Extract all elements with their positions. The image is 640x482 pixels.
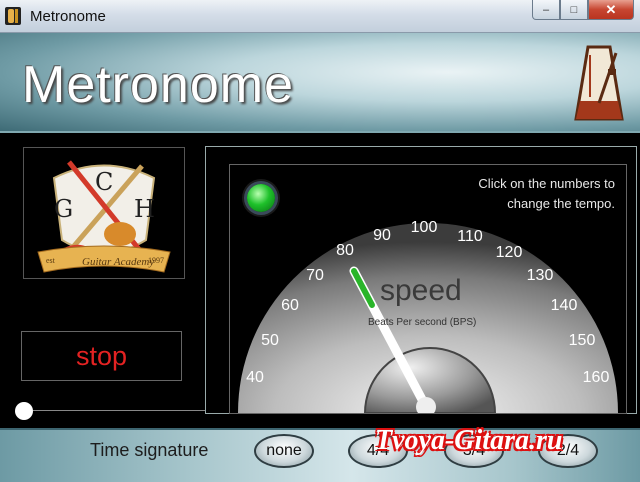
logo-ribbon-left: est xyxy=(46,256,56,265)
tempo-tick-90[interactable]: 90 xyxy=(373,227,391,245)
tempo-hint-line2: change the tempo. xyxy=(507,196,615,211)
tempo-tick-100[interactable]: 100 xyxy=(411,219,438,237)
minimize-button[interactable]: – xyxy=(532,0,560,20)
time-signature-none-button[interactable]: none xyxy=(254,434,314,468)
tempo-tick-70[interactable]: 70 xyxy=(306,267,324,285)
tempo-tick-50[interactable]: 50 xyxy=(261,332,279,350)
logo-graphic: G C H Guitar Academy est 1997 xyxy=(37,160,171,273)
beat-led-indicator xyxy=(247,184,275,212)
time-signature-label: Time signature xyxy=(90,440,209,460)
logo-ribbon-right: 1997 xyxy=(148,256,164,265)
app-heading: Metronome xyxy=(22,56,294,114)
logo-ribbon-text: Guitar Academy xyxy=(82,256,154,268)
academy-logo: G C H Guitar Academy est 1997 xyxy=(23,147,185,279)
speed-label: speed xyxy=(380,274,462,307)
window-title: Metronome xyxy=(30,8,106,25)
position-indicator[interactable] xyxy=(15,402,33,420)
header-banner: Metronome xyxy=(0,33,640,133)
logo-letter-g: G xyxy=(54,195,73,223)
tempo-tick-130[interactable]: 130 xyxy=(527,267,554,285)
maximize-button[interactable]: □ xyxy=(560,0,588,20)
stop-button[interactable]: stop xyxy=(21,331,182,381)
tempo-tick-120[interactable]: 120 xyxy=(496,244,523,262)
app-icon xyxy=(5,7,21,25)
tempo-tick-110[interactable]: 110 xyxy=(457,228,483,246)
tempo-tick-150[interactable]: 150 xyxy=(569,332,596,350)
title-bar: Metronome – □ ✕ xyxy=(0,0,640,33)
tempo-tick-40[interactable]: 40 xyxy=(246,369,264,387)
tempo-hint-line1: Click on the numbers to xyxy=(478,176,615,191)
metronome-icon xyxy=(574,45,624,121)
units-label: Beats Per second (BPS) xyxy=(368,317,477,328)
divider-line xyxy=(33,410,205,411)
stop-label: stop xyxy=(75,340,128,371)
window-controls: – □ ✕ xyxy=(532,0,634,22)
tempo-tick-80[interactable]: 80 xyxy=(336,242,354,260)
tempo-hint: Click on the numbers to change the tempo… xyxy=(440,174,615,214)
tempo-tick-60[interactable]: 60 xyxy=(281,297,299,315)
close-button[interactable]: ✕ xyxy=(588,0,634,20)
logo-letter-h: H xyxy=(134,195,155,223)
site-watermark: Tvoya-Gitara.ru xyxy=(375,425,563,456)
tempo-tick-160[interactable]: 160 xyxy=(583,369,610,387)
tempo-tick-140[interactable]: 140 xyxy=(551,297,578,315)
logo-letter-c: C xyxy=(95,168,113,196)
